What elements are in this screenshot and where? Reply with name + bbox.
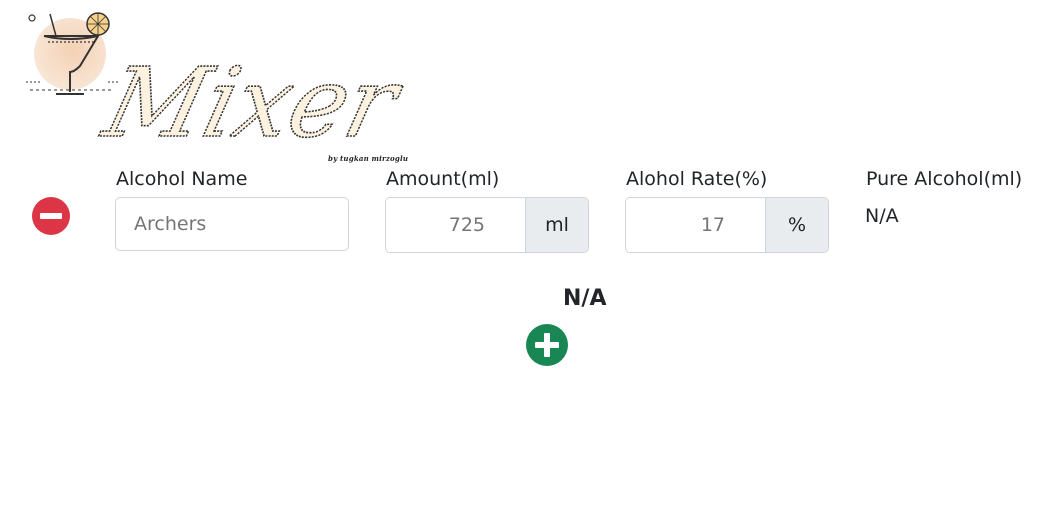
rate-unit: % [765, 198, 828, 252]
amount-input-group: ml [385, 197, 589, 253]
total-pure-alcohol: N/A [563, 286, 607, 311]
logo-wordmark: Mixer [92, 47, 413, 158]
cocktail-glass-icon: Mixer [26, 12, 414, 159]
app-logo: Mixer by tugkan mirzoglu [22, 8, 442, 168]
logo-caption: by tugkan mirzoglu [328, 154, 409, 163]
alcohol-name-label: Alcohol Name [116, 168, 248, 190]
add-row-button[interactable] [526, 324, 568, 366]
alcohol-rate-input[interactable] [626, 198, 765, 252]
amount-label: Amount(ml) [386, 168, 500, 190]
alcohol-rate-label: Alohol Rate(%) [626, 168, 768, 190]
pure-alcohol-label: Pure Alcohol(ml) [866, 168, 1023, 190]
remove-row-button[interactable] [32, 197, 70, 235]
amount-unit: ml [525, 198, 588, 252]
alcohol-name-input[interactable] [115, 197, 349, 251]
rate-input-group: % [625, 197, 829, 253]
pure-alcohol-value: N/A [865, 205, 899, 227]
amount-input[interactable] [386, 198, 525, 252]
